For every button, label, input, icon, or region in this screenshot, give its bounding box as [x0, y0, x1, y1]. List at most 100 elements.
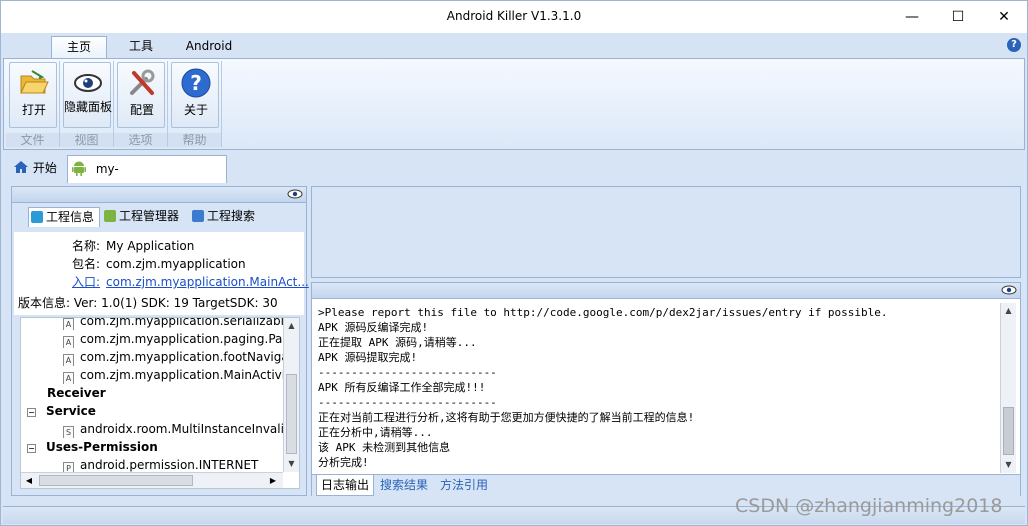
scroll-thumb[interactable]	[1003, 407, 1014, 455]
scroll-down-arrow[interactable]: ▼	[284, 456, 299, 472]
tree-item[interactable]: Acom.zjm.myapplication.paging.Pag	[63, 330, 283, 348]
activity-file-icon: A	[63, 354, 74, 366]
scroll-up-arrow[interactable]: ▲	[1001, 303, 1016, 319]
entry-label: 入口:	[72, 275, 101, 289]
activity-file-icon: A	[63, 372, 74, 384]
group-view: 隐藏面板 视图	[60, 61, 114, 147]
tab-start-label: 开始	[32, 161, 57, 175]
tab-project-manager[interactable]: 工程管理器	[104, 207, 190, 227]
tab-log-output[interactable]: 日志输出	[316, 475, 374, 496]
name-label: 名称:	[72, 239, 101, 253]
collapse-icon[interactable]: −	[27, 444, 36, 453]
log-tabs: 日志输出 搜索结果 方法引用	[312, 474, 1020, 496]
document-tabs: 开始 my-application_v1.0_1	[3, 153, 1025, 202]
eye-icon	[74, 74, 102, 92]
log-line: 正在提取 APK 源码,请稍等...	[318, 336, 477, 349]
project-info-area: 名称: My Application 包名: com.zjm.myapplicati…	[14, 232, 309, 315]
tab-project-info-label: 工程信息	[46, 210, 95, 224]
tab-project-info[interactable]: 工程信息	[28, 207, 100, 227]
home-icon	[14, 161, 28, 173]
tab-search-results[interactable]: 搜索结果	[380, 475, 428, 496]
maximize-button[interactable]: ☐	[935, 1, 981, 33]
group-options: 配置 选项	[114, 61, 168, 147]
help-icon[interactable]: ?	[1007, 38, 1021, 52]
open-label: 打开	[21, 103, 46, 117]
log-panel: >Please report this file to http://code.…	[311, 282, 1021, 496]
scroll-down-arrow[interactable]: ▼	[1001, 457, 1016, 473]
android-icon	[104, 210, 116, 222]
log-line: APK 所有反编译工作全部完成!!!	[318, 381, 486, 394]
tree-item-label: com.zjm.myapplication.paging.Pag	[80, 332, 283, 346]
scroll-thumb[interactable]	[39, 475, 193, 486]
group-label-help: 帮助	[168, 133, 221, 147]
tree-node-uses-permission-label: Uses-Permission	[46, 440, 158, 454]
tree-item[interactable]: Acom.zjm.myapplication.footNaviga	[63, 348, 283, 366]
tab-project-search[interactable]: 工程搜索	[192, 207, 272, 227]
tree-item-label: android.permission.INTERNET	[80, 458, 259, 472]
log-line: APK 源码反编译完成!	[318, 321, 429, 334]
package-label: 包名:	[72, 257, 101, 271]
tab-tools[interactable]: 工具	[117, 36, 165, 58]
collapse-icon[interactable]: −	[27, 408, 36, 417]
log-line: 分析完成!	[318, 456, 369, 469]
eye-icon[interactable]	[1001, 285, 1017, 295]
tab-start[interactable]: 开始	[9, 155, 65, 183]
scroll-thumb[interactable]	[286, 374, 297, 454]
tree-item[interactable]: Acom.zjm.myapplication.serializable	[63, 317, 283, 330]
minimize-button[interactable]: —	[889, 1, 935, 33]
eye-icon[interactable]	[287, 189, 303, 199]
scroll-up-arrow[interactable]: ▲	[284, 318, 299, 334]
log-vertical-scrollbar[interactable]: ▲ ▼	[1000, 303, 1016, 473]
tree-horizontal-scrollbar[interactable]: ◀ ▶	[21, 472, 283, 488]
tab-android[interactable]: Android	[177, 36, 241, 58]
app-name: My Application	[106, 239, 195, 253]
scroll-right-arrow[interactable]: ▶	[265, 473, 281, 488]
tree-item-label: com.zjm.myapplication.serializable	[80, 317, 283, 328]
project-panel-header	[12, 187, 306, 203]
activity-file-icon: A	[63, 318, 74, 330]
activity-file-icon: A	[63, 336, 74, 348]
tree-node-receiver[interactable]: Receiver	[47, 384, 106, 402]
tab-project-search-label: 工程搜索	[207, 209, 256, 223]
tab-project[interactable]: my-application_v1.0_1	[67, 155, 227, 202]
log-line: ---------------------------	[318, 396, 497, 409]
tree-item-label: com.zjm.myapplication.footNaviga	[80, 350, 283, 364]
project-subtabs: 工程信息 工程管理器 工程搜索	[12, 207, 306, 229]
tab-home[interactable]: 主页	[51, 36, 107, 58]
entry-link[interactable]: 入口: com.zjm.myapplication.MainAct...	[72, 273, 309, 290]
manifest-tree: Acom.zjm.myapplication.serializable Acom…	[20, 317, 300, 489]
project-panel: 工程信息 工程管理器 工程搜索 名称: My Application 包名: com…	[11, 186, 309, 496]
scroll-left-arrow[interactable]: ◀	[21, 473, 37, 488]
tree-node-uses-permission[interactable]: − Uses-Permission	[27, 438, 158, 456]
package-name: com.zjm.myapplication	[106, 257, 246, 271]
ribbon-tabs: 主页 工具 Android ?	[1, 33, 1027, 58]
about-label: 关于	[183, 103, 208, 117]
tree-node-service-label: Service	[46, 404, 96, 418]
log-line: 正在分析中,请稍等...	[318, 426, 433, 439]
log-line: APK 源码提取完成!	[318, 351, 418, 364]
config-label: 配置	[129, 103, 154, 117]
tab-method-refs[interactable]: 方法引用	[440, 475, 488, 496]
entry-activity: com.zjm.myapplication.MainAct...	[106, 275, 309, 289]
info-icon	[31, 211, 43, 223]
service-file-icon: S	[63, 426, 74, 438]
tab-project-manager-label: 工程管理器	[119, 209, 180, 223]
tree-vertical-scrollbar[interactable]: ▲ ▼	[283, 318, 299, 472]
tree-node-service[interactable]: − Service	[27, 402, 96, 420]
version-info: 版本信息: Ver: 1.0(1) SDK: 19 TargetSDK: 30	[18, 296, 278, 310]
close-button[interactable]: ✕	[981, 1, 1027, 33]
log-line: 该 APK 未检测到其他信息	[318, 441, 451, 454]
android-icon	[72, 161, 86, 176]
tree-item[interactable]: Acom.zjm.myapplication.MainActivit	[63, 366, 283, 384]
hide-panel-button[interactable]: 隐藏面板	[63, 62, 112, 128]
name-row: 名称: My Application	[72, 237, 194, 254]
ribbon: 打开 文件 隐藏面板 视图 配置 选项 ? 关于 帮助	[3, 58, 1025, 150]
open-button[interactable]: 打开	[9, 62, 57, 128]
title-bar: Android Killer V1.3.1.0 — ☐ ✕	[1, 1, 1027, 33]
about-button[interactable]: ? 关于	[171, 62, 219, 128]
tree-item-label: com.zjm.myapplication.MainActivit	[80, 368, 283, 382]
log-line: >Please report this file to http://code.…	[318, 306, 888, 319]
config-button[interactable]: 配置	[117, 62, 165, 128]
question-icon: ?	[181, 68, 211, 98]
tree-item[interactable]: Sandroidx.room.MultiInstanceInvali	[63, 420, 283, 438]
